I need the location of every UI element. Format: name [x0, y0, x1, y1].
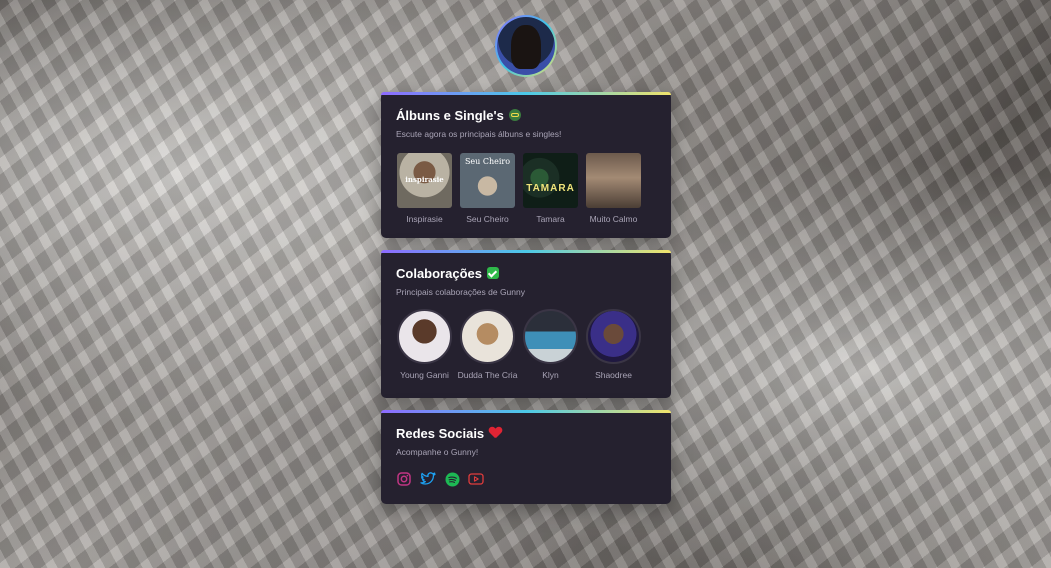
collabs-card: Colaborações Principais colaborações de … [381, 250, 671, 398]
profile-avatar [495, 15, 557, 77]
collab-label: Shaodree [595, 370, 632, 380]
album-label: Tamara [536, 214, 565, 224]
social-links [396, 471, 656, 507]
avatar[interactable] [460, 309, 515, 364]
avatar[interactable] [397, 309, 452, 364]
album-cover[interactable]: Seu Cheiro [460, 153, 515, 208]
socials-card-subtitle: Acompanhe o Gunny! [396, 447, 479, 457]
heart-icon [489, 427, 502, 439]
twitter-icon[interactable] [420, 471, 436, 487]
collab-label: Klyn [542, 370, 559, 380]
avatar[interactable] [523, 309, 578, 364]
albums-card: Álbuns e Single's Escute agora os princi… [381, 92, 671, 238]
album-cover[interactable]: TAMARA [523, 153, 578, 208]
collabs-card-title: Colaborações [396, 265, 656, 281]
albums-list: inspirasie Inspirasie Seu Cheiro Seu Che… [396, 153, 656, 224]
socials-card-title: Redes Sociais [396, 425, 656, 441]
instagram-icon[interactable] [396, 471, 412, 487]
album-tamara[interactable]: TAMARA Tamara [523, 153, 578, 224]
collabs-card-subtitle: Principais colaborações de Gunny [396, 287, 525, 297]
album-seu-cheiro[interactable]: Seu Cheiro Seu Cheiro [460, 153, 515, 224]
collab-klyn[interactable]: Klyn [523, 309, 578, 380]
album-muito-calmo[interactable]: Muito Calmo [586, 153, 641, 224]
album-label: Inspirasie [406, 214, 443, 224]
albums-card-subtitle: Escute agora os principais álbuns e sing… [396, 129, 562, 139]
album-inspirasie[interactable]: inspirasie Inspirasie [397, 153, 452, 224]
collab-label: Young Ganni [400, 370, 449, 380]
collab-dudda-the-cria[interactable]: Dudda The Cria [457, 309, 518, 380]
albums-card-title: Álbuns e Single's [396, 107, 656, 123]
avatar[interactable] [586, 309, 641, 364]
collabs-list: Young Ganni Dudda The Cria Klyn Shaodree [396, 309, 656, 380]
collab-label: Dudda The Cria [457, 370, 518, 380]
collab-shaodree[interactable]: Shaodree [586, 309, 641, 380]
socials-card: Redes Sociais Acompanhe o Gunny! [381, 410, 671, 504]
collab-young-ganni[interactable]: Young Ganni [397, 309, 452, 380]
spotify-icon[interactable] [444, 471, 460, 487]
profile-avatar-image [497, 17, 555, 75]
album-label: Muito Calmo [589, 214, 638, 224]
youtube-icon[interactable] [468, 471, 484, 487]
album-cover[interactable] [586, 153, 641, 208]
album-label: Seu Cheiro [466, 214, 509, 224]
loop-arrows-icon [508, 109, 521, 121]
album-cover[interactable]: inspirasie [397, 153, 452, 208]
check-mark-icon [486, 267, 499, 279]
